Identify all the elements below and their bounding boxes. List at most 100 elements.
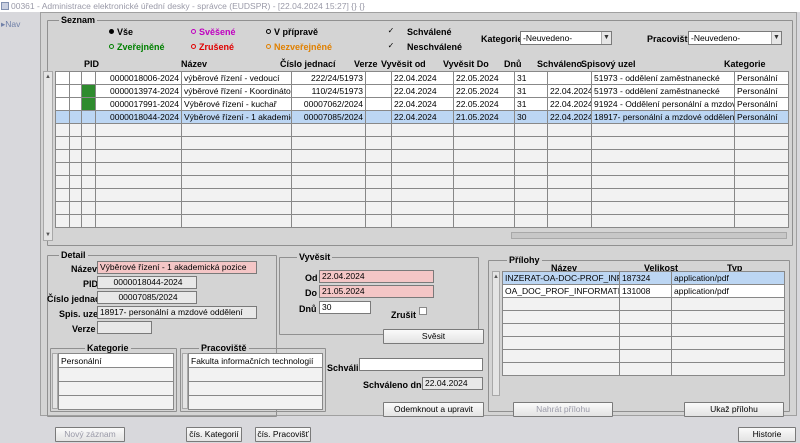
cell-dnu[interactable] bbox=[514, 149, 548, 163]
row-marker-cell[interactable] bbox=[69, 201, 82, 215]
cell-uzel[interactable]: 18917- personální a mzdové oddělení bbox=[591, 110, 735, 124]
cell-nazev[interactable]: výběrové řízení - Koordinátor bbox=[181, 84, 292, 98]
kategorie-item-empty[interactable] bbox=[58, 367, 174, 382]
cell-schvaleno[interactable] bbox=[547, 175, 592, 189]
table-row[interactable]: 0000013974-2024 výběrové řízení - Koordin… bbox=[55, 84, 789, 98]
attachment-row[interactable] bbox=[502, 349, 785, 363]
attachment-row[interactable]: INZERAT-OA-DOC-PROF_INFOI 187324 applicati… bbox=[502, 271, 785, 285]
radio-nezverejnene[interactable]: Nezveřejněné bbox=[266, 42, 332, 52]
pracoviste-item-empty[interactable] bbox=[188, 367, 323, 382]
col-header-vyvesit-do[interactable]: Vyvěsit Do bbox=[443, 59, 489, 69]
scroll-up-icon[interactable]: ▲ bbox=[493, 272, 499, 282]
attachment-velikost[interactable] bbox=[619, 323, 672, 337]
col-header-kategorie[interactable]: Kategorie bbox=[724, 59, 766, 69]
kategorie-item-empty[interactable] bbox=[58, 381, 174, 396]
row-marker-cell[interactable] bbox=[55, 71, 70, 85]
cell-uzel[interactable] bbox=[591, 162, 735, 176]
pracoviste-item-empty[interactable] bbox=[188, 395, 323, 410]
table-row[interactable] bbox=[55, 123, 789, 137]
row-marker-cell[interactable] bbox=[69, 84, 82, 98]
attachment-nazev[interactable] bbox=[502, 336, 620, 350]
cell-od[interactable] bbox=[391, 149, 454, 163]
row-status-cell[interactable] bbox=[81, 162, 96, 176]
cis-pracovist-button[interactable]: čís. Pracovišť bbox=[255, 427, 311, 442]
dnu-field[interactable]: 30 bbox=[319, 301, 371, 314]
attachment-velikost[interactable]: 131008 bbox=[619, 284, 672, 298]
table-row[interactable]: 0000017991-2024 Výběrové řízení - kuchař 0… bbox=[55, 97, 789, 111]
cell-verze[interactable] bbox=[365, 149, 392, 163]
cell-do[interactable] bbox=[453, 123, 515, 137]
row-status-cell[interactable] bbox=[81, 214, 96, 228]
table-row[interactable] bbox=[55, 136, 789, 150]
cell-dnu[interactable] bbox=[514, 175, 548, 189]
cell-schvaleno[interactable] bbox=[547, 149, 592, 163]
cell-uzel[interactable] bbox=[591, 149, 735, 163]
row-status-cell[interactable] bbox=[81, 110, 96, 124]
attachment-row[interactable] bbox=[502, 310, 785, 324]
cell-nazev[interactable] bbox=[181, 149, 292, 163]
cell-kat[interactable]: Personální bbox=[734, 110, 789, 124]
row-marker-cell[interactable] bbox=[55, 162, 70, 176]
row-marker-cell[interactable] bbox=[55, 84, 70, 98]
attachment-typ[interactable] bbox=[671, 349, 785, 363]
cell-nazev[interactable]: Výběrové řízení - kuchař bbox=[181, 97, 292, 111]
cell-cj[interactable] bbox=[291, 188, 366, 202]
row-status-cell[interactable] bbox=[81, 97, 96, 111]
cell-nazev[interactable] bbox=[181, 214, 292, 228]
attachment-velikost[interactable]: 187324 bbox=[619, 271, 672, 285]
cell-do[interactable]: 21.05.2024 bbox=[453, 110, 515, 124]
do-field[interactable]: 21.05.2024 bbox=[319, 285, 434, 298]
row-marker-cell[interactable] bbox=[55, 97, 70, 111]
row-marker-cell[interactable] bbox=[69, 136, 82, 150]
cell-cj[interactable] bbox=[291, 162, 366, 176]
cell-verze[interactable] bbox=[365, 201, 392, 215]
attachment-nazev[interactable]: OA_DOC_PROF_INFORMATIKA bbox=[502, 284, 620, 298]
cell-nazev[interactable]: výběrové řízení - vedoucí bbox=[181, 71, 292, 85]
cell-nazev[interactable]: Výběrové řízení - 1 akademická bbox=[181, 110, 292, 124]
cell-verze[interactable] bbox=[365, 175, 392, 189]
cell-verze[interactable] bbox=[365, 136, 392, 150]
radio-zrusene[interactable]: Zrušené bbox=[191, 42, 234, 52]
attachment-velikost[interactable] bbox=[619, 362, 672, 376]
cell-dnu[interactable] bbox=[514, 201, 548, 215]
attachment-typ[interactable]: application/pdf bbox=[671, 284, 785, 298]
cell-uzel[interactable]: 51973 - oddělení zaměstnanecké bbox=[591, 71, 735, 85]
nahrat-prilohu-button[interactable]: Nahrát přílohu bbox=[513, 402, 613, 417]
cell-od[interactable]: 22.04.2024 bbox=[391, 71, 454, 85]
cell-do[interactable] bbox=[453, 149, 515, 163]
cell-dnu[interactable]: 31 bbox=[514, 97, 548, 111]
cell-pid[interactable] bbox=[95, 136, 182, 150]
cell-nazev[interactable] bbox=[181, 136, 292, 150]
col-header-spisovy-uzel[interactable]: Spisový uzel bbox=[581, 59, 636, 69]
historie-button[interactable]: Historie bbox=[738, 427, 796, 442]
table-row[interactable] bbox=[55, 175, 789, 189]
cell-kat[interactable] bbox=[734, 123, 789, 137]
col-header-vyvesit-od[interactable]: Vyvěsit od bbox=[381, 59, 426, 69]
row-marker-cell[interactable] bbox=[69, 123, 82, 137]
cell-pid[interactable]: 0000017991-2024 bbox=[95, 97, 182, 111]
cell-uzel[interactable]: 51973 - oddělení zaměstnanecké bbox=[591, 84, 735, 98]
radio-vse[interactable]: Vše bbox=[109, 27, 133, 37]
cell-do[interactable] bbox=[453, 136, 515, 150]
attachment-typ[interactable] bbox=[671, 297, 785, 311]
attachment-row[interactable] bbox=[502, 336, 785, 350]
attachment-nazev[interactable] bbox=[502, 362, 620, 376]
attachment-nazev[interactable] bbox=[502, 349, 620, 363]
cell-schvaleno[interactable] bbox=[547, 201, 592, 215]
row-marker-cell[interactable] bbox=[69, 110, 82, 124]
cell-cj[interactable]: 00007085/2024 bbox=[291, 110, 366, 124]
cell-od[interactable]: 22.04.2024 bbox=[391, 110, 454, 124]
cell-pid[interactable] bbox=[95, 214, 182, 228]
cell-cj[interactable] bbox=[291, 214, 366, 228]
cell-kat[interactable]: Personální bbox=[734, 71, 789, 85]
cell-pid[interactable] bbox=[95, 149, 182, 163]
attachment-row[interactable] bbox=[502, 297, 785, 311]
cell-pid[interactable] bbox=[95, 175, 182, 189]
row-marker-cell[interactable] bbox=[69, 97, 82, 111]
cell-uzel[interactable] bbox=[591, 188, 735, 202]
cell-dnu[interactable] bbox=[514, 214, 548, 228]
cell-schvaleno[interactable]: 22.04.2024 bbox=[547, 110, 592, 124]
cell-pid[interactable]: 0000013974-2024 bbox=[95, 84, 182, 98]
cell-uzel[interactable] bbox=[591, 214, 735, 228]
cell-cj[interactable] bbox=[291, 136, 366, 150]
